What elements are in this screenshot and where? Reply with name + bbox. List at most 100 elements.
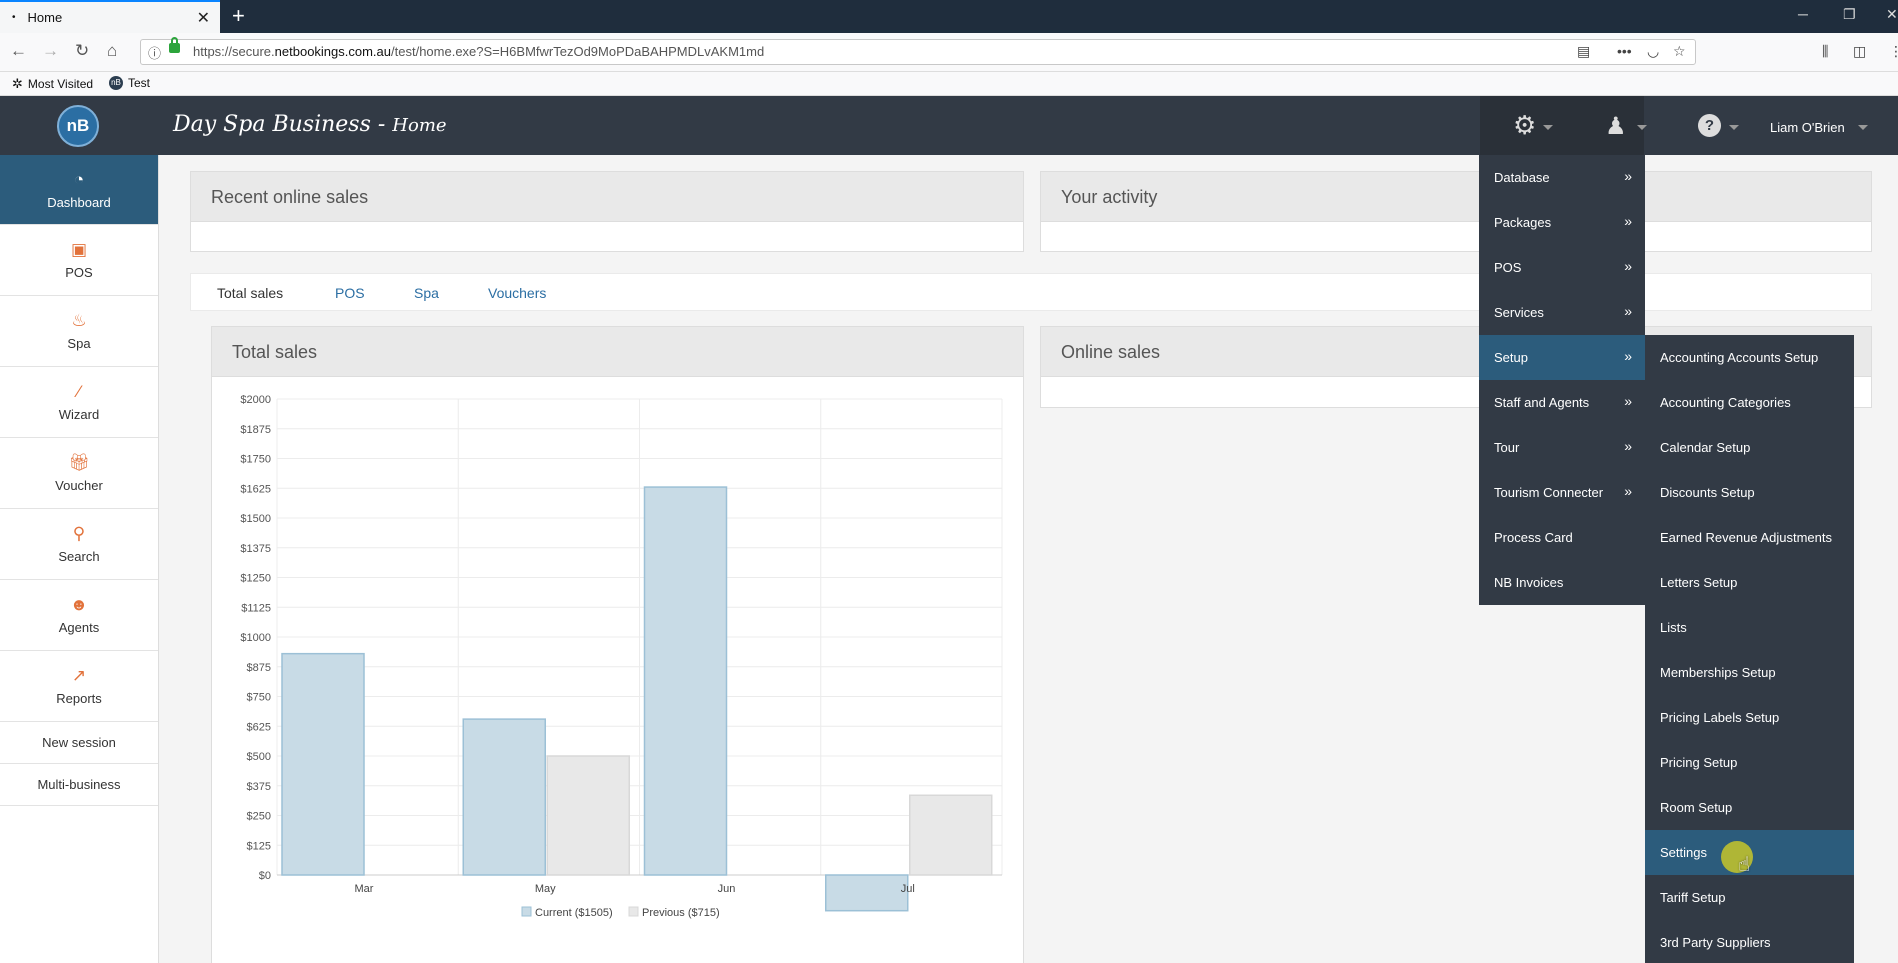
menu-item-services[interactable]: Services » <box>1479 290 1645 335</box>
close-tab-icon[interactable]: ✕ <box>197 8 210 28</box>
submenu-item-pricing-labels-setup[interactable]: Pricing Labels Setup <box>1645 695 1854 740</box>
tab-spa[interactable]: Spa <box>414 285 439 301</box>
menu-item-label: Services <box>1494 305 1544 320</box>
minimize-icon[interactable]: ─ <box>1798 6 1808 22</box>
bookmark-star-icon[interactable]: ☆ <box>1673 43 1686 60</box>
sidebar-item-label: Agents <box>58 620 100 635</box>
tab-vouchers[interactable]: Vouchers <box>488 285 546 301</box>
submenu-item-memberships-setup[interactable]: Memberships Setup <box>1645 650 1854 695</box>
submenu-item-earned-revenue-adjustments[interactable]: Earned Revenue Adjustments <box>1645 515 1854 560</box>
submenu-item-room-setup[interactable]: Room Setup <box>1645 785 1854 830</box>
total-sales-chart: $2000 $1875 $1750 $1625 $1500 $1375 $1250 $1125… <box>240 394 1003 919</box>
legend-swatch <box>628 906 639 917</box>
home-icon[interactable]: ⌂ <box>107 41 117 61</box>
chevron-down-icon <box>1637 125 1647 130</box>
new-tab-button[interactable]: + <box>232 3 245 29</box>
sidebar-item-dashboard[interactable]: ◔ Dashboard <box>0 155 158 225</box>
help-icon[interactable]: ? <box>1698 114 1721 137</box>
browser-tab[interactable]: • Home ✕ <box>0 0 220 33</box>
menu-item-packages[interactable]: Packages » <box>1479 200 1645 245</box>
sidebar-item-reports[interactable]: ↗ Reports <box>0 651 158 722</box>
forward-icon[interactable]: → <box>42 41 59 61</box>
y-tick-label: $875 <box>247 662 271 674</box>
submenu-arrow-icon: » <box>1624 168 1632 184</box>
page-actions-icon[interactable]: ••• <box>1617 43 1632 59</box>
sidebar-item-wizard[interactable]: ⁄ Wizard <box>0 367 158 438</box>
site-info-icon[interactable]: ⓘ <box>148 43 161 62</box>
y-tick-label: $750 <box>247 692 271 704</box>
submenu-arrow-icon: » <box>1624 438 1632 454</box>
user-menu[interactable]: Liam O'Brien <box>1770 120 1845 135</box>
menu-item-pos[interactable]: POS » <box>1479 245 1645 290</box>
y-tick-label: $1750 <box>240 454 271 466</box>
bookmark-most-visited[interactable]: ✲ Most Visited <box>12 76 93 92</box>
legend-label: Current ($1505) <box>535 907 613 919</box>
tab-favicon: • <box>12 12 16 23</box>
sidebar-item-label: Search <box>58 549 100 564</box>
app-logo[interactable]: nB <box>57 105 99 147</box>
sidebar-toggle-icon[interactable]: ◫ <box>1853 43 1866 60</box>
menu-item-label: Staff and Agents <box>1494 395 1590 410</box>
app-header: nB Day Spa Business - Home ⚙ ♟ ? Liam O'… <box>0 96 1898 155</box>
y-tick-label: $1875 <box>240 424 271 436</box>
x-tick-label: Mar <box>355 883 374 895</box>
menu-icon[interactable]: ⋮ <box>1889 43 1898 60</box>
sidebar-item-pos[interactable]: ▣ POS <box>0 225 158 296</box>
menu-item-setup[interactable]: Setup » <box>1479 335 1645 380</box>
y-tick-label: $2000 <box>240 394 271 406</box>
y-tick-label: $625 <box>247 721 271 733</box>
hand-cursor-icon: ☝ <box>1738 854 1751 876</box>
y-tick-label: $1375 <box>240 543 271 555</box>
panel-title: Your activity <box>1041 172 1871 222</box>
agent-menu-button[interactable]: ♟ <box>1605 112 1627 141</box>
multi-business-link[interactable]: Multi-business <box>0 764 158 806</box>
tab-pos[interactable]: POS <box>335 285 365 301</box>
reader-view-icon[interactable]: ▤ <box>1577 43 1590 60</box>
url-path: /test/home.exe?S=H6BMfwrTezOd9MoPDaBAHPM… <box>391 44 765 59</box>
submenu-item-tariff-setup[interactable]: Tariff Setup <box>1645 875 1854 920</box>
submenu-item-lists[interactable]: Lists <box>1645 605 1854 650</box>
submenu-item-pricing-setup[interactable]: Pricing Setup <box>1645 740 1854 785</box>
y-tick-label: $375 <box>247 781 271 793</box>
submenu-arrow-icon: » <box>1624 393 1632 409</box>
bar-jul-previous <box>909 794 993 876</box>
menu-item-process-card[interactable]: Process Card <box>1479 515 1645 560</box>
sidebar-item-voucher[interactable]: 🎁︎ Voucher <box>0 438 158 509</box>
chevron-down-icon <box>1543 125 1553 130</box>
submenu-arrow-icon: » <box>1624 258 1632 274</box>
menu-item-label: Setup <box>1494 350 1528 365</box>
submenu-item-accounting-categories[interactable]: Accounting Categories <box>1645 380 1854 425</box>
sidebar-item-spa[interactable]: ♨ Spa <box>0 296 158 367</box>
menu-item-label: Packages <box>1494 215 1552 230</box>
submenu-item-calendar-setup[interactable]: Calendar Setup <box>1645 425 1854 470</box>
close-window-icon[interactable]: ✕ <box>1886 6 1898 23</box>
submenu-item-accounting-accounts-setup[interactable]: Accounting Accounts Setup <box>1645 335 1854 380</box>
reload-icon[interactable]: ↻ <box>75 41 89 61</box>
library-icon[interactable]: ⫼ <box>1822 43 1828 60</box>
url-bar[interactable]: https://secure.netbookings.com.au/test/h… <box>140 39 1696 65</box>
bar-jul-current <box>825 874 909 912</box>
tab-total-sales[interactable]: Total sales <box>217 285 283 301</box>
restore-icon[interactable]: ❐ <box>1843 6 1856 23</box>
menu-item-label: Database <box>1494 170 1550 185</box>
back-icon[interactable]: ← <box>10 41 27 61</box>
menu-item-tour[interactable]: Tour » <box>1479 425 1645 470</box>
menu-item-database[interactable]: Database » <box>1479 155 1645 200</box>
submenu-item-3rd-party-suppliers[interactable]: 3rd Party Suppliers <box>1645 920 1854 963</box>
bookmark-test[interactable]: nB Test <box>109 76 150 90</box>
menu-item-nb-invoices[interactable]: NB Invoices <box>1479 560 1645 605</box>
x-tick-label: May <box>535 883 556 895</box>
sidebar-item-agents[interactable]: ☻ Agents <box>0 580 158 651</box>
submenu-item-discounts-setup[interactable]: Discounts Setup <box>1645 470 1854 515</box>
bookmark-label: Most Visited <box>27 77 94 91</box>
browser-nav-bar: ← → ↻ ⌂ https://secure.netbookings.com.a… <box>0 33 1898 72</box>
submenu-item-letters-setup[interactable]: Letters Setup <box>1645 560 1854 605</box>
menu-item-staff-and-agents[interactable]: Staff and Agents » <box>1479 380 1645 425</box>
bookmark-label: Test <box>128 76 151 90</box>
new-session-link[interactable]: New session <box>0 722 158 764</box>
pocket-icon[interactable]: ◡ <box>1647 43 1659 60</box>
x-tick-label: Jun <box>718 883 736 895</box>
recent-online-sales-panel: Recent online sales <box>190 171 1024 252</box>
menu-item-tourism-connecter[interactable]: Tourism Connecter » <box>1479 470 1645 515</box>
sidebar-item-search[interactable]: ⚲ Search <box>0 509 158 580</box>
